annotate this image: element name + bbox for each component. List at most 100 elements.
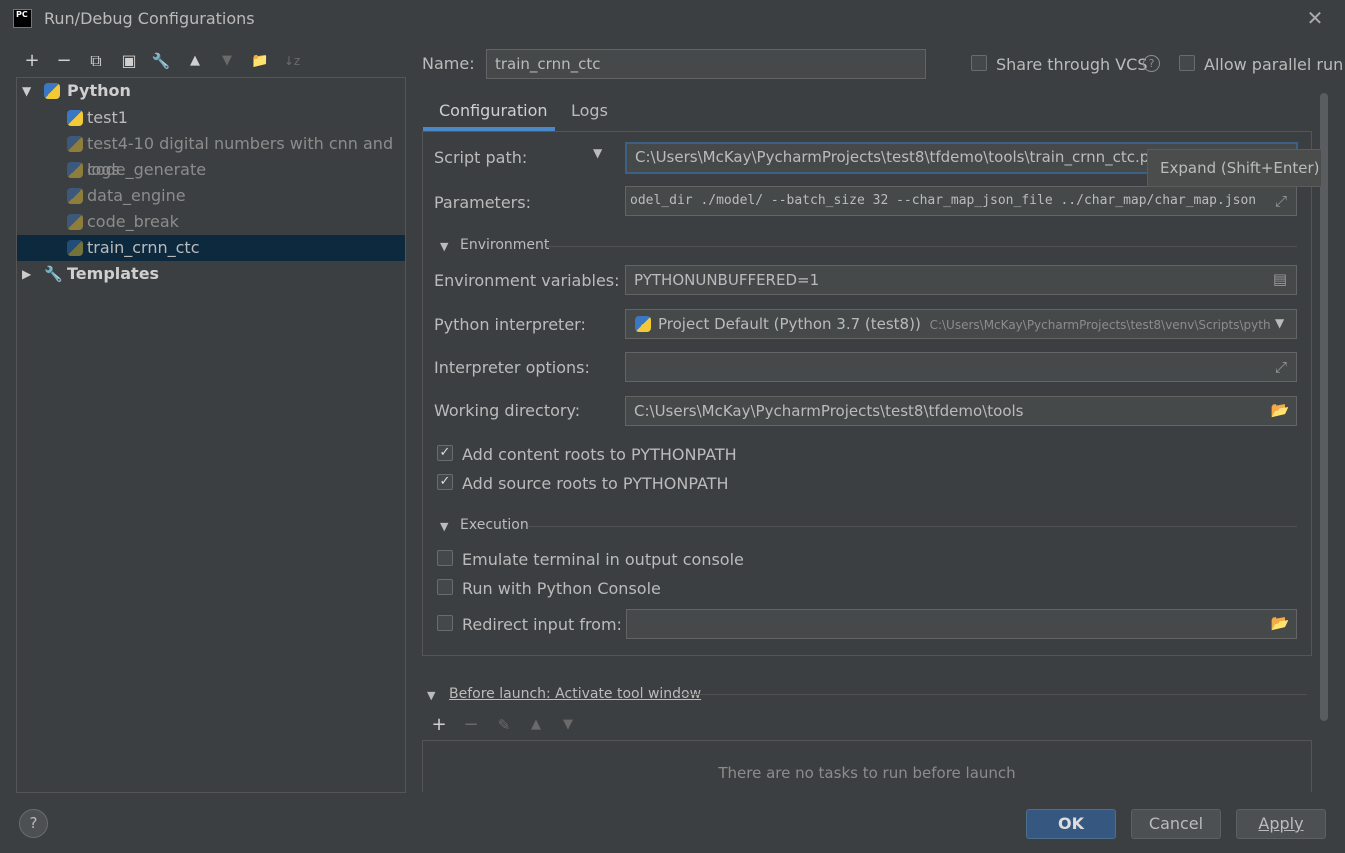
tree-node-python[interactable]: ▼ Python	[17, 78, 405, 104]
tree-item-label: train_crnn_ctc	[87, 238, 200, 257]
help-button[interactable]: ?	[19, 809, 48, 838]
redirect-input-label: Redirect input from:	[462, 615, 622, 634]
tab-configuration[interactable]: Configuration	[439, 101, 548, 120]
before-launch-collapse-icon[interactable]: ▼	[427, 689, 435, 702]
name-label: Name:	[422, 54, 475, 73]
remove-task-icon[interactable]: −	[460, 714, 482, 736]
move-up-icon[interactable]: ▲	[184, 50, 206, 72]
tab-logs[interactable]: Logs	[571, 101, 608, 120]
expand-arrow-icon[interactable]: ▼	[22, 78, 31, 104]
sort-icon[interactable]: ↓z	[281, 50, 303, 72]
tree-item-train-crnn-ctc[interactable]: train_crnn_ctc	[17, 235, 405, 261]
interpreter-options-label: Interpreter options:	[434, 358, 590, 377]
wrench-icon[interactable]: 🔧	[150, 50, 172, 72]
script-type-dropdown-icon[interactable]: ▼	[593, 146, 602, 160]
tree-item-label: code_generate	[87, 160, 207, 179]
python-icon	[67, 136, 83, 152]
python-icon	[67, 240, 83, 256]
emulate-terminal-checkbox[interactable]	[437, 550, 453, 566]
help-icon[interactable]: ?	[1143, 55, 1160, 72]
add-icon[interactable]: +	[21, 50, 43, 72]
working-directory-label: Working directory:	[434, 401, 581, 420]
python-console-label: Run with Python Console	[462, 579, 661, 598]
environment-section-title: Environment	[460, 237, 550, 253]
env-vars-input[interactable]: PYTHONUNBUFFERED=1	[625, 265, 1297, 295]
environment-divider	[546, 246, 1297, 247]
document-icon[interactable]: ▤	[1271, 270, 1289, 288]
tree-item-code-generate[interactable]: code_generate	[17, 157, 405, 183]
before-launch-divider	[677, 694, 1307, 695]
expand-icon[interactable]: ⤢	[1272, 358, 1290, 376]
python-interpreter-select[interactable]: Project Default (Python 3.7 (test8)) C:\…	[625, 309, 1297, 339]
tree-node-templates[interactable]: ▶ 🔧 Templates	[17, 261, 405, 287]
wrench-icon: 🔧	[44, 265, 63, 283]
tree-item-data-engine[interactable]: data_engine	[17, 183, 405, 209]
move-down-icon[interactable]: ▼	[216, 50, 238, 72]
ok-button[interactable]: OK	[1026, 809, 1116, 839]
tree-node-label: Python	[67, 81, 131, 100]
tree-node-label: Templates	[67, 264, 160, 283]
folder-icon[interactable]: 📂	[1269, 401, 1291, 419]
chevron-down-icon[interactable]: ▼	[1275, 316, 1285, 330]
execution-section-title: Execution	[460, 517, 529, 533]
parameters-input[interactable]: odel_dir ./model/ --batch_size 32 --char…	[625, 186, 1297, 216]
source-roots-label: Add source roots to PYTHONPATH	[462, 474, 729, 493]
redirect-input-checkbox[interactable]	[437, 615, 453, 631]
python-icon	[67, 188, 83, 204]
redirect-input-field[interactable]	[626, 609, 1297, 639]
python-icon	[67, 162, 83, 178]
emulate-terminal-label: Emulate terminal in output console	[462, 550, 744, 569]
python-icon	[635, 316, 651, 332]
script-path-label: Script path:	[434, 148, 528, 167]
move-down-task-icon[interactable]: ▼	[557, 714, 579, 736]
remove-icon[interactable]: −	[53, 50, 75, 72]
tree-item-label: test1	[87, 108, 128, 127]
window-title: Run/Debug Configurations	[44, 9, 255, 28]
python-console-checkbox[interactable]	[437, 579, 453, 595]
tree-item-test1[interactable]: test1	[17, 105, 405, 131]
python-icon	[67, 110, 83, 126]
execution-divider	[528, 526, 1297, 527]
folder-add-icon[interactable]: 📁	[249, 50, 271, 72]
interpreter-name: Project Default (Python 3.7 (test8))	[658, 315, 921, 333]
allow-parallel-checkbox[interactable]	[1179, 55, 1195, 71]
interpreter-path: C:\Users\McKay\PycharmProjects\test8\ven…	[929, 318, 1271, 332]
content-roots-label: Add content roots to PYTHONPATH	[462, 445, 737, 464]
expand-tooltip: Expand (Shift+Enter)	[1147, 149, 1322, 187]
parameters-label: Parameters:	[434, 193, 531, 212]
configuration-tree[interactable]: ▼ Python test1 test4-10 digital numbers …	[16, 77, 406, 793]
cancel-button[interactable]: Cancel	[1131, 809, 1221, 839]
execution-collapse-icon[interactable]: ▼	[440, 520, 448, 533]
python-icon	[67, 214, 83, 230]
before-launch-title: Before launch: Activate tool window	[449, 686, 702, 702]
no-tasks-text: There are no tasks to run before launch	[718, 764, 1016, 782]
content-roots-checkbox[interactable]: ✓	[437, 445, 453, 461]
expand-icon[interactable]: ⤢	[1272, 192, 1290, 210]
tree-item-label: code_break	[87, 212, 179, 231]
source-roots-checkbox[interactable]: ✓	[437, 474, 453, 490]
interpreter-options-input[interactable]	[625, 352, 1297, 382]
python-interpreter-label: Python interpreter:	[434, 315, 586, 334]
tree-item-test4[interactable]: test4-10 digital numbers with cnn and lo…	[17, 131, 405, 179]
scrollbar[interactable]	[1320, 93, 1328, 721]
close-icon[interactable]: ✕	[1305, 6, 1325, 30]
share-vcs-checkbox[interactable]	[971, 55, 987, 71]
env-vars-label: Environment variables:	[434, 271, 620, 290]
name-input[interactable]: train_crnn_ctc	[486, 49, 926, 79]
apply-button[interactable]: Apply	[1236, 809, 1326, 839]
environment-collapse-icon[interactable]: ▼	[440, 240, 448, 253]
working-directory-input[interactable]: C:\Users\McKay\PycharmProjects\test8\tfd…	[625, 396, 1297, 426]
folder-icon[interactable]: 📂	[1269, 614, 1291, 632]
edit-task-icon[interactable]: ✎	[493, 714, 515, 736]
tree-item-label: data_engine	[87, 186, 186, 205]
save-icon[interactable]: ▣	[118, 50, 140, 72]
allow-parallel-label: Allow parallel run	[1204, 55, 1344, 74]
share-vcs-label: Share through VCS	[996, 55, 1148, 74]
move-up-task-icon[interactable]: ▲	[525, 714, 547, 736]
copy-icon[interactable]: ⧉	[85, 50, 107, 72]
python-icon	[44, 83, 60, 99]
collapse-arrow-icon[interactable]: ▶	[22, 261, 31, 287]
tree-item-code-break[interactable]: code_break	[17, 209, 405, 235]
add-task-icon[interactable]: +	[428, 714, 450, 736]
pycharm-logo-icon: PC	[13, 9, 32, 28]
